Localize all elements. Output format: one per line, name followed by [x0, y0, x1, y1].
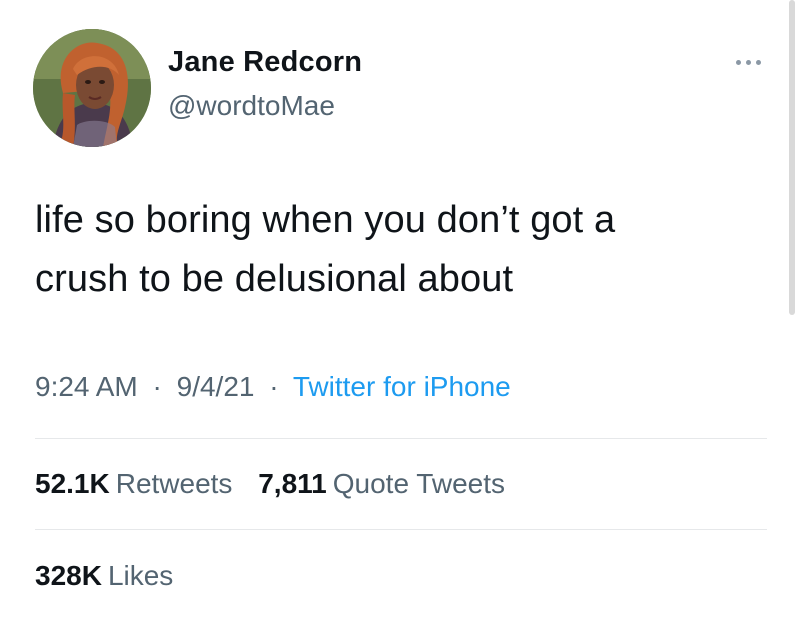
- likes-stat[interactable]: 328K Likes: [35, 560, 173, 591]
- more-button[interactable]: [728, 50, 768, 74]
- author-display-name[interactable]: Jane Redcorn: [168, 46, 362, 79]
- quote-tweets-stat[interactable]: 7,811 Quote Tweets: [258, 468, 505, 499]
- likes-label: Likes: [107, 560, 174, 591]
- tweet-meta: 9:24 AM · 9/4/21 · Twitter for iPhone: [35, 371, 511, 403]
- quote-tweets-count: 7,811: [258, 468, 327, 499]
- more-icon: [755, 59, 761, 65]
- divider: [35, 438, 767, 439]
- likes-count: 328K: [35, 560, 102, 591]
- more-icon: [745, 59, 751, 65]
- stats-row: 52.1K Retweets 7,811 Quote Tweets: [35, 468, 523, 500]
- retweets-label: Retweets: [115, 468, 233, 499]
- tweet-text: life so boring when you don’t got a crus…: [35, 191, 775, 309]
- scrollbar[interactable]: [789, 0, 795, 315]
- divider: [35, 529, 767, 530]
- avatar-image: [33, 29, 151, 147]
- tweet-time[interactable]: 9:24 AM: [35, 371, 138, 402]
- quote-tweets-label: Quote Tweets: [332, 468, 506, 499]
- meta-separator: ·: [269, 371, 279, 402]
- tweet-text-line: life so boring when you don’t got a: [35, 199, 616, 241]
- tweet-text-line: crush to be delusional about: [35, 258, 514, 300]
- tweet-card: Jane Redcorn @wordtoMae life so boring w…: [0, 0, 800, 618]
- author-handle[interactable]: @wordtoMae: [168, 90, 335, 122]
- more-icon: [735, 59, 741, 65]
- avatar[interactable]: [33, 29, 151, 147]
- retweets-stat[interactable]: 52.1K Retweets: [35, 468, 240, 499]
- retweets-count: 52.1K: [35, 468, 110, 499]
- tweet-source-link[interactable]: Twitter for iPhone: [293, 371, 511, 402]
- stats-row: 328K Likes: [35, 560, 191, 592]
- meta-separator: ·: [152, 371, 162, 402]
- tweet-date[interactable]: 9/4/21: [177, 371, 255, 402]
